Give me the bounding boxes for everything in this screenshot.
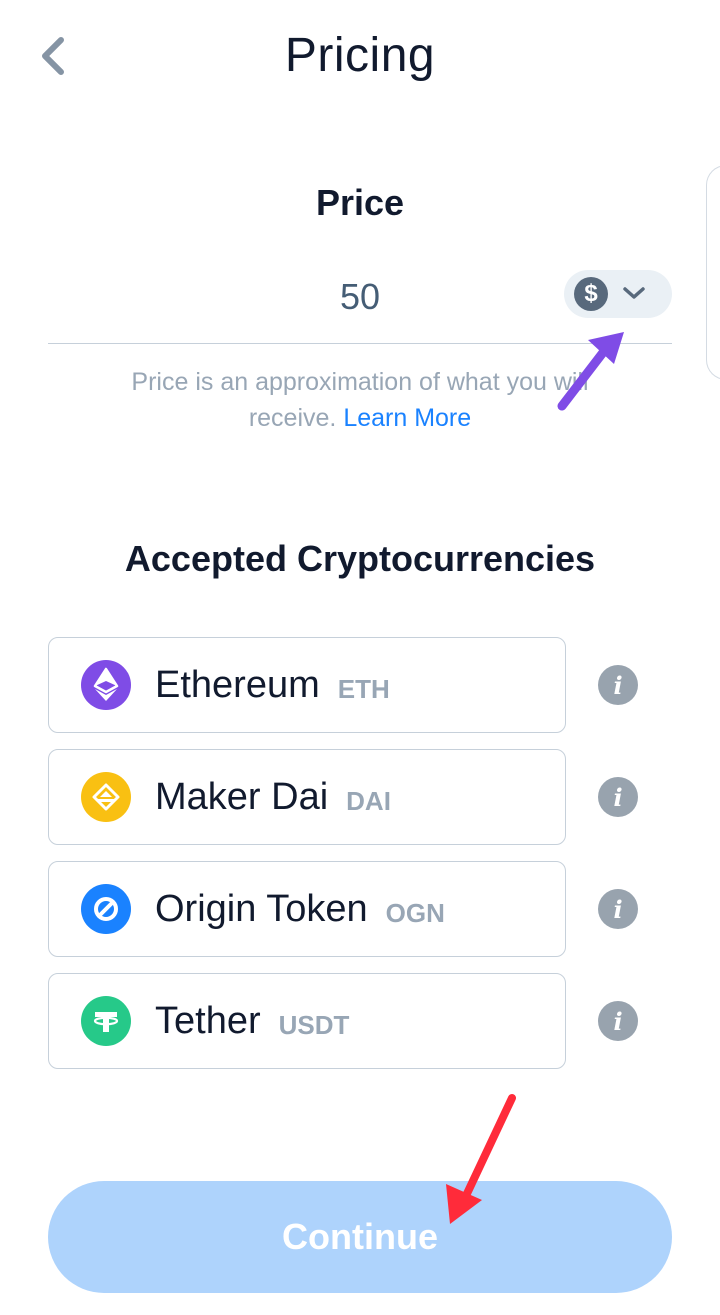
learn-more-link[interactable]: Learn More bbox=[343, 404, 471, 432]
crypto-symbol: USDT bbox=[278, 1009, 350, 1040]
crypto-option-usdt[interactable]: Tether USDT bbox=[48, 973, 566, 1069]
accepted-cryptocurrencies-title: Accepted Cryptocurrencies bbox=[124, 538, 596, 579]
continue-button[interactable]: Continue bbox=[48, 1181, 672, 1293]
crypto-name: Origin Token bbox=[155, 887, 368, 930]
crypto-option-eth[interactable]: Ethereum ETH bbox=[48, 637, 566, 733]
header: Pricing bbox=[0, 0, 720, 115]
dai-icon bbox=[81, 772, 131, 822]
list-item: Tether USDT i bbox=[48, 973, 648, 1069]
crypto-name: Tether bbox=[155, 999, 261, 1042]
info-icon[interactable]: i bbox=[598, 665, 638, 705]
dollar-sign-icon: $ bbox=[574, 277, 608, 311]
info-icon[interactable]: i bbox=[598, 889, 638, 929]
crypto-symbol: ETH bbox=[337, 673, 390, 704]
page-title: Pricing bbox=[284, 29, 436, 82]
info-icon[interactable]: i bbox=[598, 777, 638, 817]
list-item: Origin Token OGN i bbox=[48, 861, 648, 957]
crypto-option-ogn[interactable]: Origin Token OGN bbox=[48, 861, 566, 957]
price-label: Price bbox=[315, 182, 405, 223]
crypto-symbol: OGN bbox=[385, 897, 445, 928]
crypto-option-dai[interactable]: Maker Dai DAI bbox=[48, 749, 566, 845]
crypto-name: Ethereum bbox=[155, 663, 320, 706]
price-input-row: 50 $ bbox=[48, 258, 672, 344]
crypto-symbol: DAI bbox=[346, 785, 391, 816]
ethereum-icon bbox=[81, 660, 131, 710]
crypto-name: Maker Dai bbox=[155, 775, 329, 818]
list-item: Maker Dai DAI i bbox=[48, 749, 648, 845]
currency-select[interactable]: $ bbox=[564, 270, 672, 318]
info-icon[interactable]: i bbox=[598, 1001, 638, 1041]
chevron-down-icon bbox=[622, 286, 646, 302]
tether-icon bbox=[81, 996, 131, 1046]
crypto-list: Ethereum ETH i Maker Dai DAI i Origin To… bbox=[48, 637, 648, 1085]
origin-token-icon bbox=[81, 884, 131, 934]
list-item: Ethereum ETH i bbox=[48, 637, 648, 733]
price-note: Price is an approximation of what you wi… bbox=[90, 364, 630, 436]
